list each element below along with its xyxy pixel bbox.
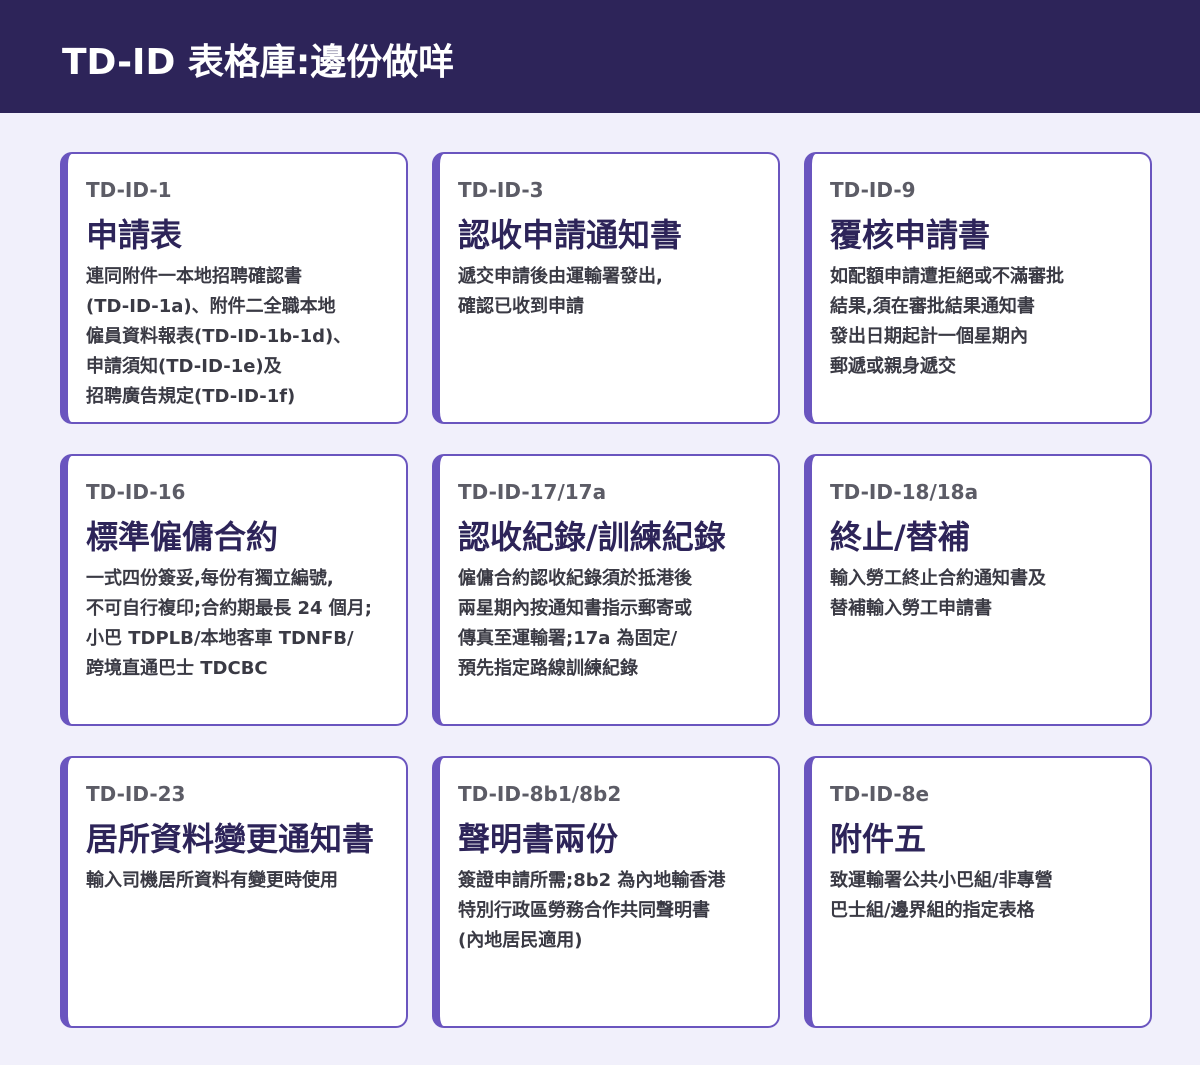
form-description: 一式四份簽妥,每份有獨立編號, 不可自行複印;合約期最長 24 個月; 小巴 T… [86, 564, 404, 684]
form-card-td-id-17: TD-ID-17/17a 認收紀錄/訓練紀錄 僱傭合約認收紀錄須於抵港後 兩星期… [432, 454, 780, 726]
form-card-td-id-9: TD-ID-9 覆核申請書 如配額申請遭拒絕或不滿審批 結果,須在審批結果通知書… [804, 152, 1152, 424]
description-line: 替補輸入勞工申請書 [830, 598, 992, 619]
form-title: 認收申請通知書 [458, 216, 683, 254]
description-line: 發出日期起計一個星期內 [830, 326, 1028, 347]
form-title: 終止/替補 [830, 518, 970, 556]
form-title: 居所資料變更通知書 [86, 820, 375, 858]
description-line: (內地居民適用) [458, 930, 583, 951]
form-code: TD-ID-8e [830, 782, 930, 806]
form-card-grid: TD-ID-1 申請表 連同附件一本地招聘確認書 (TD-ID-1a)、附件二全… [60, 152, 1152, 1028]
form-description: 如配額申請遭拒絕或不滿審批 結果,須在審批結果通知書 發出日期起計一個星期內 郵… [830, 262, 1148, 382]
page-title: TD-ID 表格庫:邊份做咩 [62, 42, 455, 83]
form-card-td-id-8b: TD-ID-8b1/8b2 聲明書兩份 簽證申請所需;8b2 為內地輸香港 特別… [432, 756, 780, 1028]
description-line: 僱員資料報表(TD-ID-1b-1d)、 [86, 326, 352, 347]
form-code: TD-ID-1 [86, 178, 172, 202]
description-line: 招聘廣告規定(TD-ID-1f) [86, 386, 296, 407]
form-code: TD-ID-3 [458, 178, 544, 202]
form-title: 申請表 [86, 216, 183, 254]
form-card-td-id-3: TD-ID-3 認收申請通知書 遞交申請後由運輸署發出, 確認已收到申請 [432, 152, 780, 424]
description-line: 致運輸署公共小巴組/非專營 [830, 870, 1053, 891]
description-line: 輸入司機居所資料有變更時使用 [86, 870, 338, 891]
page-header: TD-ID 表格庫:邊份做咩 [0, 0, 1200, 113]
description-line: 僱傭合約認收紀錄須於抵港後 [458, 568, 692, 589]
form-code: TD-ID-16 [86, 480, 186, 504]
form-card-td-id-8e: TD-ID-8e 附件五 致運輸署公共小巴組/非專營 巴士組/邊界組的指定表格 [804, 756, 1152, 1028]
form-description: 僱傭合約認收紀錄須於抵港後 兩星期內按通知書指示郵寄或 傳真至運輸署;17a 為… [458, 564, 776, 684]
form-description: 輸入勞工終止合約通知書及 替補輸入勞工申請書 [830, 564, 1148, 624]
form-title: 認收紀錄/訓練紀錄 [458, 518, 726, 556]
description-line: 申請須知(TD-ID-1e)及 [86, 356, 282, 377]
form-card-td-id-18: TD-ID-18/18a 終止/替補 輸入勞工終止合約通知書及 替補輸入勞工申請… [804, 454, 1152, 726]
form-description: 遞交申請後由運輸署發出, 確認已收到申請 [458, 262, 776, 322]
description-line: 兩星期內按通知書指示郵寄或 [458, 598, 692, 619]
description-line: 一式四份簽妥,每份有獨立編號, [86, 568, 334, 589]
form-title: 附件五 [830, 820, 927, 858]
description-line: 傳真至運輸署;17a 為固定/ [458, 628, 678, 649]
form-card-td-id-23: TD-ID-23 居所資料變更通知書 輸入司機居所資料有變更時使用 [60, 756, 408, 1028]
form-code: TD-ID-23 [86, 782, 186, 806]
form-description: 連同附件一本地招聘確認書 (TD-ID-1a)、附件二全職本地 僱員資料報表(T… [86, 262, 404, 412]
form-title: 覆核申請書 [830, 216, 991, 254]
description-line: 郵遞或親身遞交 [830, 356, 956, 377]
description-line: 不可自行複印;合約期最長 24 個月; [86, 598, 372, 619]
description-line: 結果,須在審批結果通知書 [830, 296, 1035, 317]
form-title: 標準僱傭合約 [86, 518, 279, 556]
form-code: TD-ID-9 [830, 178, 916, 202]
description-line: 預先指定路線訓練紀錄 [458, 658, 638, 679]
description-line: (TD-ID-1a)、附件二全職本地 [86, 296, 336, 317]
description-line: 如配額申請遭拒絕或不滿審批 [830, 266, 1064, 287]
description-line: 特別行政區勞務合作共同聲明書 [458, 900, 710, 921]
form-description: 致運輸署公共小巴組/非專營 巴士組/邊界組的指定表格 [830, 866, 1148, 926]
description-line: 遞交申請後由運輸署發出, [458, 266, 663, 287]
form-code: TD-ID-17/17a [458, 480, 607, 504]
form-description: 簽證申請所需;8b2 為內地輸香港 特別行政區勞務合作共同聲明書 (內地居民適用… [458, 866, 776, 956]
description-line: 連同附件一本地招聘確認書 [86, 266, 302, 287]
form-code: TD-ID-18/18a [830, 480, 979, 504]
form-code: TD-ID-8b1/8b2 [458, 782, 622, 806]
description-line: 簽證申請所需;8b2 為內地輸香港 [458, 870, 726, 891]
form-card-td-id-1: TD-ID-1 申請表 連同附件一本地招聘確認書 (TD-ID-1a)、附件二全… [60, 152, 408, 424]
form-description: 輸入司機居所資料有變更時使用 [86, 866, 404, 896]
form-card-td-id-16: TD-ID-16 標準僱傭合約 一式四份簽妥,每份有獨立編號, 不可自行複印;合… [60, 454, 408, 726]
form-title: 聲明書兩份 [458, 820, 619, 858]
description-line: 輸入勞工終止合約通知書及 [830, 568, 1046, 589]
description-line: 確認已收到申請 [458, 296, 584, 317]
description-line: 跨境直通巴士 TDCBC [86, 658, 268, 679]
description-line: 巴士組/邊界組的指定表格 [830, 900, 1035, 921]
description-line: 小巴 TDPLB/本地客車 TDNFB/ [86, 628, 354, 649]
